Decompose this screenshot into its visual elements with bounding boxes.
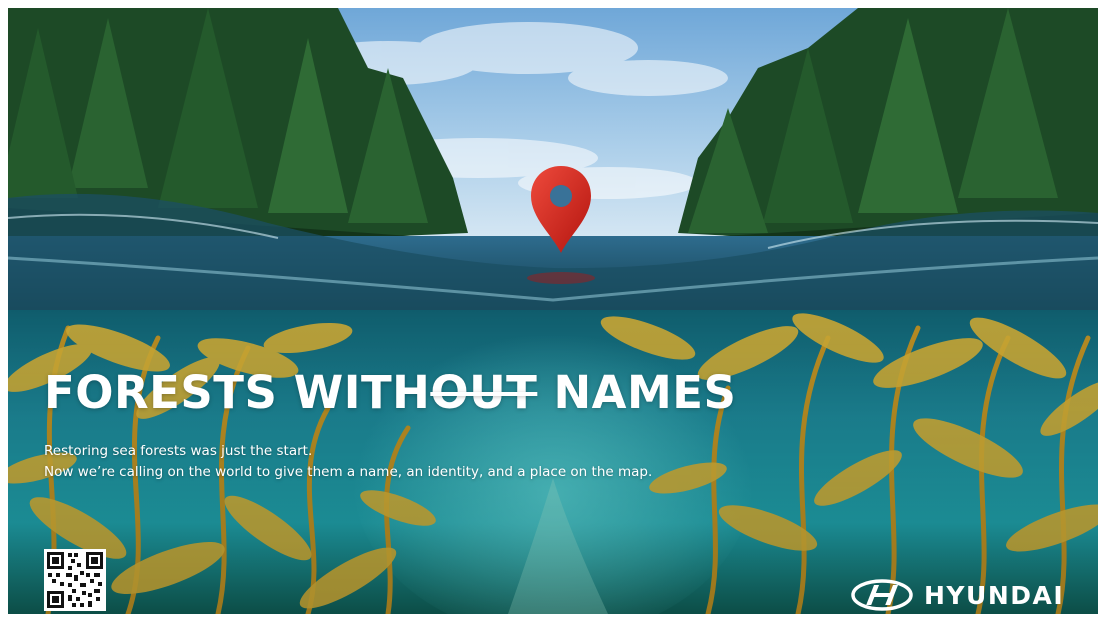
ad-banner: FORESTS WITHOUT NAMES Restoring sea fore… bbox=[8, 8, 1098, 614]
headline-part-2: NAMES bbox=[537, 366, 737, 419]
body-line-2: Now we’re calling on the world to give t… bbox=[44, 464, 653, 480]
qr-code-icon[interactable] bbox=[44, 549, 106, 611]
headline: FORESTS WITHOUT NAMES bbox=[44, 370, 736, 415]
scene-illustration bbox=[8, 8, 1098, 614]
hyundai-logo[interactable]: HYUNDAI bbox=[850, 578, 1064, 612]
body-line-1: Restoring sea forests was just the start… bbox=[44, 443, 313, 459]
headline-part-1: FORESTS WITH bbox=[44, 366, 431, 419]
brand-wordmark: HYUNDAI bbox=[924, 580, 1065, 610]
headline-strikethrough: OUT bbox=[430, 366, 538, 419]
hyundai-logo-icon bbox=[851, 579, 913, 611]
